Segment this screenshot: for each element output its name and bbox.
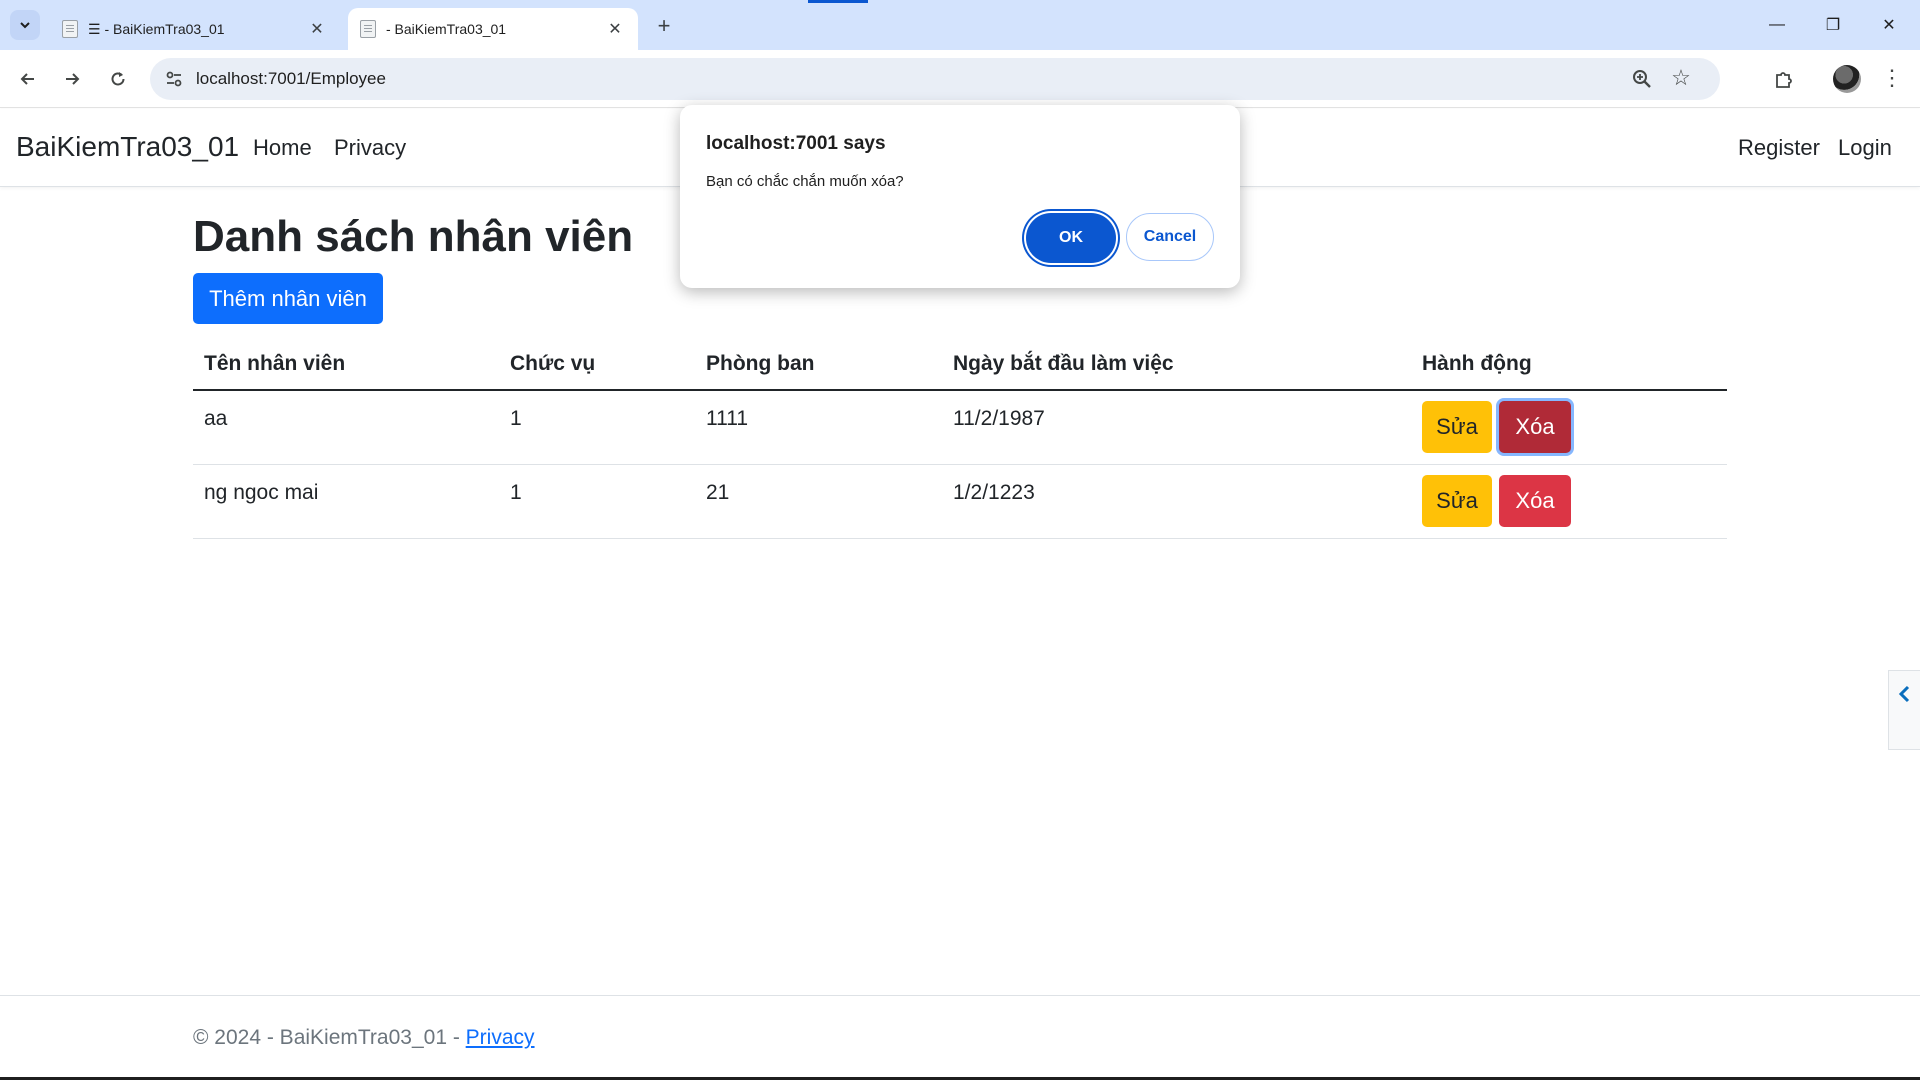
- page-favicon-icon: [62, 20, 78, 38]
- zoom-icon[interactable]: [1630, 67, 1654, 91]
- table-row: aa 1 1111 11/2/1987 Sửa Xóa: [193, 391, 1727, 465]
- profile-avatar[interactable]: [1833, 65, 1861, 93]
- tab-strip: ☰ - BaiKiemTra03_01 ✕ - BaiKiemTra03_01 …: [0, 0, 1920, 50]
- column-header-start-date: Ngày bắt đầu làm việc: [953, 352, 1174, 375]
- restore-button[interactable]: ❐: [1810, 8, 1856, 42]
- minimize-icon: —: [1769, 16, 1785, 33]
- site-info-icon[interactable]: [162, 67, 186, 91]
- footer-copyright: © 2024 - BaiKiemTra03_01 -: [193, 1026, 466, 1049]
- arrow-right-icon: [66, 73, 80, 85]
- table-header: Tên nhân viên Chức vụ Phòng ban Ngày bắt…: [193, 340, 1727, 391]
- new-tab-button[interactable]: +: [650, 12, 678, 40]
- tab-inactive[interactable]: ☰ - BaiKiemTra03_01 ✕: [50, 8, 340, 50]
- cell-department: 21: [706, 481, 730, 504]
- forward-button[interactable]: [56, 63, 88, 95]
- back-button[interactable]: [12, 63, 44, 95]
- cell-start-date: 1/2/1223: [953, 481, 1035, 504]
- browser-toolbar: localhost:7001/Employee ☆ ⋮: [0, 50, 1920, 108]
- tab-title: ☰ - BaiKiemTra03_01: [88, 20, 225, 37]
- address-bar[interactable]: localhost:7001/Employee ☆: [150, 58, 1720, 100]
- add-employee-button[interactable]: Thêm nhân viên: [193, 273, 383, 324]
- dialog-cancel-button[interactable]: Cancel: [1126, 213, 1214, 261]
- site-brand[interactable]: BaiKiemTra03_01: [16, 131, 239, 163]
- column-header-actions: Hành động: [1422, 352, 1532, 375]
- column-header-position: Chức vụ: [510, 352, 596, 375]
- edit-button[interactable]: Sửa: [1422, 475, 1492, 527]
- tab-strip-indicator: [808, 0, 868, 3]
- cell-start-date: 11/2/1987: [953, 407, 1045, 430]
- column-header-department: Phòng ban: [706, 352, 815, 375]
- dialog-ok-button[interactable]: OK: [1026, 213, 1116, 263]
- column-header-name: Tên nhân viên: [204, 352, 346, 375]
- reload-icon: [111, 72, 125, 86]
- window-close-button[interactable]: ✕: [1866, 8, 1912, 42]
- dialog-message: Bạn có chắc chắn muốn xóa?: [706, 173, 904, 190]
- page-title: Danh sách nhân viên: [193, 212, 634, 261]
- delete-button[interactable]: Xóa: [1499, 475, 1571, 527]
- restore-icon: ❐: [1825, 17, 1841, 34]
- nav-link-privacy[interactable]: Privacy: [334, 135, 406, 161]
- employee-table: Tên nhân viên Chức vụ Phòng ban Ngày bắt…: [193, 340, 1727, 539]
- side-panel-toggle[interactable]: [1888, 670, 1920, 750]
- tab-search-button[interactable]: [10, 10, 40, 40]
- extensions-icon[interactable]: [1768, 63, 1800, 95]
- delete-button[interactable]: Xóa: [1499, 401, 1571, 453]
- cell-name: ng ngoc mai: [204, 481, 319, 504]
- reload-button[interactable]: [102, 63, 134, 95]
- edit-button[interactable]: Sửa: [1422, 401, 1492, 453]
- table-row: ng ngoc mai 1 21 1/2/1223 Sửa Xóa: [193, 465, 1727, 539]
- dialog-title: localhost:7001 says: [706, 133, 886, 154]
- chevron-left-icon: [1898, 685, 1909, 703]
- cell-name: aa: [204, 407, 228, 430]
- bookmark-star-icon[interactable]: ☆: [1668, 65, 1694, 91]
- minimize-button[interactable]: —: [1754, 8, 1800, 42]
- footer-text: © 2024 - BaiKiemTra03_01 - Privacy: [193, 1026, 535, 1050]
- chevron-down-icon: [20, 22, 30, 29]
- more-menu-icon[interactable]: ⋮: [1880, 63, 1904, 95]
- confirm-dialog: localhost:7001 says Bạn có chắc chắn muố…: [680, 105, 1240, 288]
- cell-position: 1: [510, 407, 522, 430]
- url-text: localhost:7001/Employee: [196, 69, 386, 88]
- nav-link-register[interactable]: Register: [1738, 135, 1820, 161]
- cell-position: 1: [510, 481, 522, 504]
- tab-title: - BaiKiemTra03_01: [386, 21, 507, 37]
- nav-link-home[interactable]: Home: [253, 135, 312, 161]
- footer-privacy-link[interactable]: Privacy: [466, 1026, 535, 1049]
- close-icon[interactable]: ✕: [306, 18, 328, 40]
- cell-department: 1111: [706, 407, 749, 430]
- page-favicon-icon: [360, 20, 376, 38]
- close-icon[interactable]: ✕: [604, 18, 626, 40]
- nav-link-login[interactable]: Login: [1838, 135, 1892, 161]
- site-footer: © 2024 - BaiKiemTra03_01 - Privacy: [0, 995, 1920, 1077]
- tab-active[interactable]: - BaiKiemTra03_01 ✕: [348, 8, 638, 50]
- close-icon: ✕: [1882, 17, 1896, 34]
- arrow-left-icon: [20, 73, 34, 85]
